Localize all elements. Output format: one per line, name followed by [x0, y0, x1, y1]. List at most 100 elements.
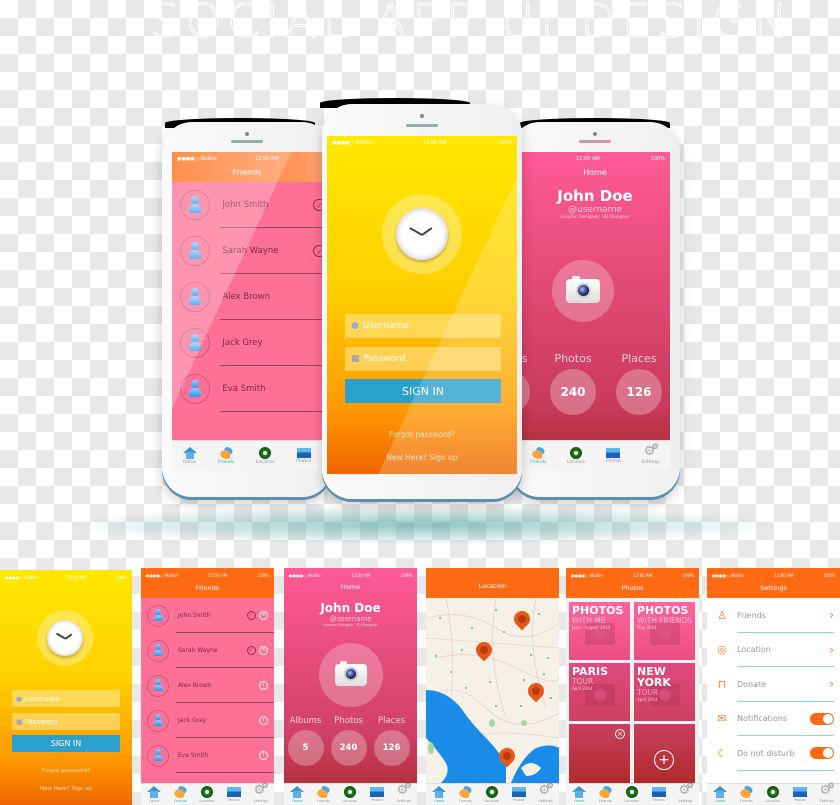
- tab-home[interactable]: Home: [147, 786, 162, 803]
- avatar: [180, 282, 211, 312]
- tab-friends[interactable]: Friends: [739, 786, 753, 803]
- friend-list-item[interactable]: John Smith ✓: [172, 182, 322, 228]
- friend-list-item[interactable]: Eva Smith: [172, 366, 322, 412]
- avatar: [147, 604, 170, 627]
- info-icon[interactable]: i: [258, 680, 268, 691]
- signup-link[interactable]: New Here? Sign up: [0, 786, 132, 792]
- password-input[interactable]: ■ Password: [12, 713, 120, 730]
- friend-list-item[interactable]: Jack Grey i: [141, 703, 274, 738]
- forgot-password-link[interactable]: Forgot password?: [0, 768, 132, 774]
- tab-location[interactable]: Location: [199, 786, 214, 803]
- tab-settings[interactable]: Settings: [678, 781, 693, 803]
- remove-album-icon[interactable]: ×: [615, 729, 625, 739]
- info-icon[interactable]: i: [258, 750, 268, 761]
- accept-icon[interactable]: ✓: [246, 610, 256, 621]
- stat-photos[interactable]: Photos 240: [548, 352, 598, 415]
- tab-photos[interactable]: Photos: [792, 787, 807, 802]
- chevron-right-icon[interactable]: ›: [829, 643, 834, 657]
- accept-icon[interactable]: ✓: [246, 645, 256, 656]
- tab-location[interactable]: Location: [765, 786, 780, 803]
- tab-photos[interactable]: Photos: [226, 787, 241, 802]
- tab-location[interactable]: Location: [566, 446, 586, 465]
- add-album-icon[interactable]: +: [654, 750, 674, 770]
- album-tile[interactable]: PHOTOS WITH ME June - August 2014: [569, 602, 630, 660]
- photos-icon: [226, 787, 241, 797]
- settings-item-donate[interactable]: ⊓ Donate ›: [707, 667, 840, 702]
- tab-settings[interactable]: Settings: [253, 781, 268, 803]
- tab-friends[interactable]: Friends: [598, 786, 612, 803]
- settings-item-notifications[interactable]: ✉ Notifications: [707, 702, 840, 736]
- tab-home[interactable]: Home: [572, 786, 587, 803]
- tab-friends[interactable]: Friends: [530, 446, 546, 465]
- tab-settings[interactable]: Settings: [641, 442, 659, 465]
- tab-photos[interactable]: Photos: [296, 447, 311, 464]
- sign-in-button[interactable]: SIGN IN: [345, 379, 501, 403]
- album-tile[interactable]: PHOTOS WITH FRIENDS May 2014: [634, 602, 695, 660]
- tab-location[interactable]: Location: [624, 786, 639, 803]
- password-input[interactable]: ■ Password: [345, 347, 501, 371]
- tab-photos[interactable]: Photos: [606, 447, 621, 464]
- tab-photos[interactable]: Photos: [651, 787, 666, 802]
- tab-friends[interactable]: Friends: [316, 786, 330, 803]
- album-empty-tile[interactable]: ×: [569, 724, 630, 784]
- add-album-tile[interactable]: +: [634, 724, 695, 784]
- tab-friends[interactable]: Friends: [458, 786, 472, 803]
- tab-settings[interactable]: Settings: [396, 781, 411, 803]
- friend-list-item[interactable]: Alex Brown: [172, 274, 322, 320]
- info-icon[interactable]: i: [258, 715, 268, 726]
- tab-home[interactable]: Home: [713, 786, 728, 803]
- chevron-right-icon[interactable]: ›: [829, 608, 834, 622]
- avatar: [147, 639, 170, 662]
- friends-icon: [531, 446, 545, 459]
- friend-list-item[interactable]: Alex Brown i: [141, 668, 274, 703]
- decline-icon[interactable]: ×: [258, 645, 268, 656]
- album-tile[interactable]: NEW YORK TOUR April 2014: [634, 663, 695, 721]
- signup-link[interactable]: New Here? Sign up: [327, 453, 517, 462]
- album-tile[interactable]: PARIS TOUR April 2014: [569, 663, 630, 721]
- settings-label: Notifications: [737, 714, 788, 724]
- tab-photos[interactable]: Photos: [511, 787, 526, 802]
- tab-settings[interactable]: Settings: [538, 781, 553, 803]
- profile-photo-button[interactable]: [552, 260, 614, 322]
- settings-item-do-not-disturb[interactable]: ☾ Do not disturb: [707, 736, 840, 771]
- accept-icon[interactable]: ✓: [313, 198, 322, 212]
- toggle-switch[interactable]: [810, 747, 834, 760]
- tab-friends[interactable]: Friends: [173, 786, 187, 803]
- tab-settings[interactable]: Settings: [819, 781, 834, 803]
- friend-list-item[interactable]: Eva Smith i: [141, 738, 274, 773]
- profile-photo-button[interactable]: [319, 643, 383, 707]
- tab-friends[interactable]: Friends: [218, 446, 234, 465]
- username-input[interactable]: ● Username: [345, 314, 501, 338]
- decline-icon[interactable]: ×: [258, 610, 268, 621]
- tab-label: Home: [292, 799, 303, 803]
- settings-item-location[interactable]: ◎ Location ›: [707, 633, 840, 667]
- friend-list-item[interactable]: John Smith ✓ ×: [141, 598, 274, 633]
- chevron-right-icon[interactable]: ›: [829, 677, 834, 691]
- login-screen-flat: ●●●●○ Mobile 12:00 AM 100% ● Username ■ Pass…: [0, 570, 132, 805]
- tab-label: Location: [566, 459, 586, 465]
- tab-photos[interactable]: Photos: [369, 787, 384, 802]
- tab-location[interactable]: Location: [342, 786, 357, 803]
- tab-location[interactable]: Location: [484, 786, 499, 803]
- album-subtitle: TOUR: [637, 688, 659, 697]
- tab-home[interactable]: Home: [432, 786, 447, 803]
- tab-label: Settings: [819, 799, 834, 803]
- stat-places[interactable]: Places 126: [614, 352, 664, 415]
- stat-photos[interactable]: Photos 240: [328, 716, 370, 766]
- friend-list-item[interactable]: Jack Grey: [172, 320, 322, 366]
- stat-albums[interactable]: Albums 5: [285, 716, 327, 766]
- settings-item-friends[interactable]: ♙ Friends ›: [707, 598, 840, 633]
- tab-label: Photos: [793, 798, 806, 802]
- friend-list-item[interactable]: Sarah Wayne ✓ ×: [141, 633, 274, 668]
- accept-icon[interactable]: ✓: [313, 244, 322, 258]
- album-title: PHOTOS: [572, 604, 624, 617]
- tab-location[interactable]: Location: [256, 446, 275, 465]
- username-input[interactable]: ● Username: [12, 690, 120, 707]
- stat-places[interactable]: Places 126: [371, 716, 413, 766]
- forgot-password-link[interactable]: Forgot password?: [327, 430, 517, 439]
- sign-in-button[interactable]: SIGN IN: [12, 735, 120, 752]
- toggle-switch[interactable]: [810, 712, 834, 725]
- tab-home[interactable]: Home: [290, 786, 305, 803]
- tab-home[interactable]: Home: [182, 446, 197, 465]
- friend-list-item[interactable]: Sarah Wayne ✓: [172, 228, 322, 274]
